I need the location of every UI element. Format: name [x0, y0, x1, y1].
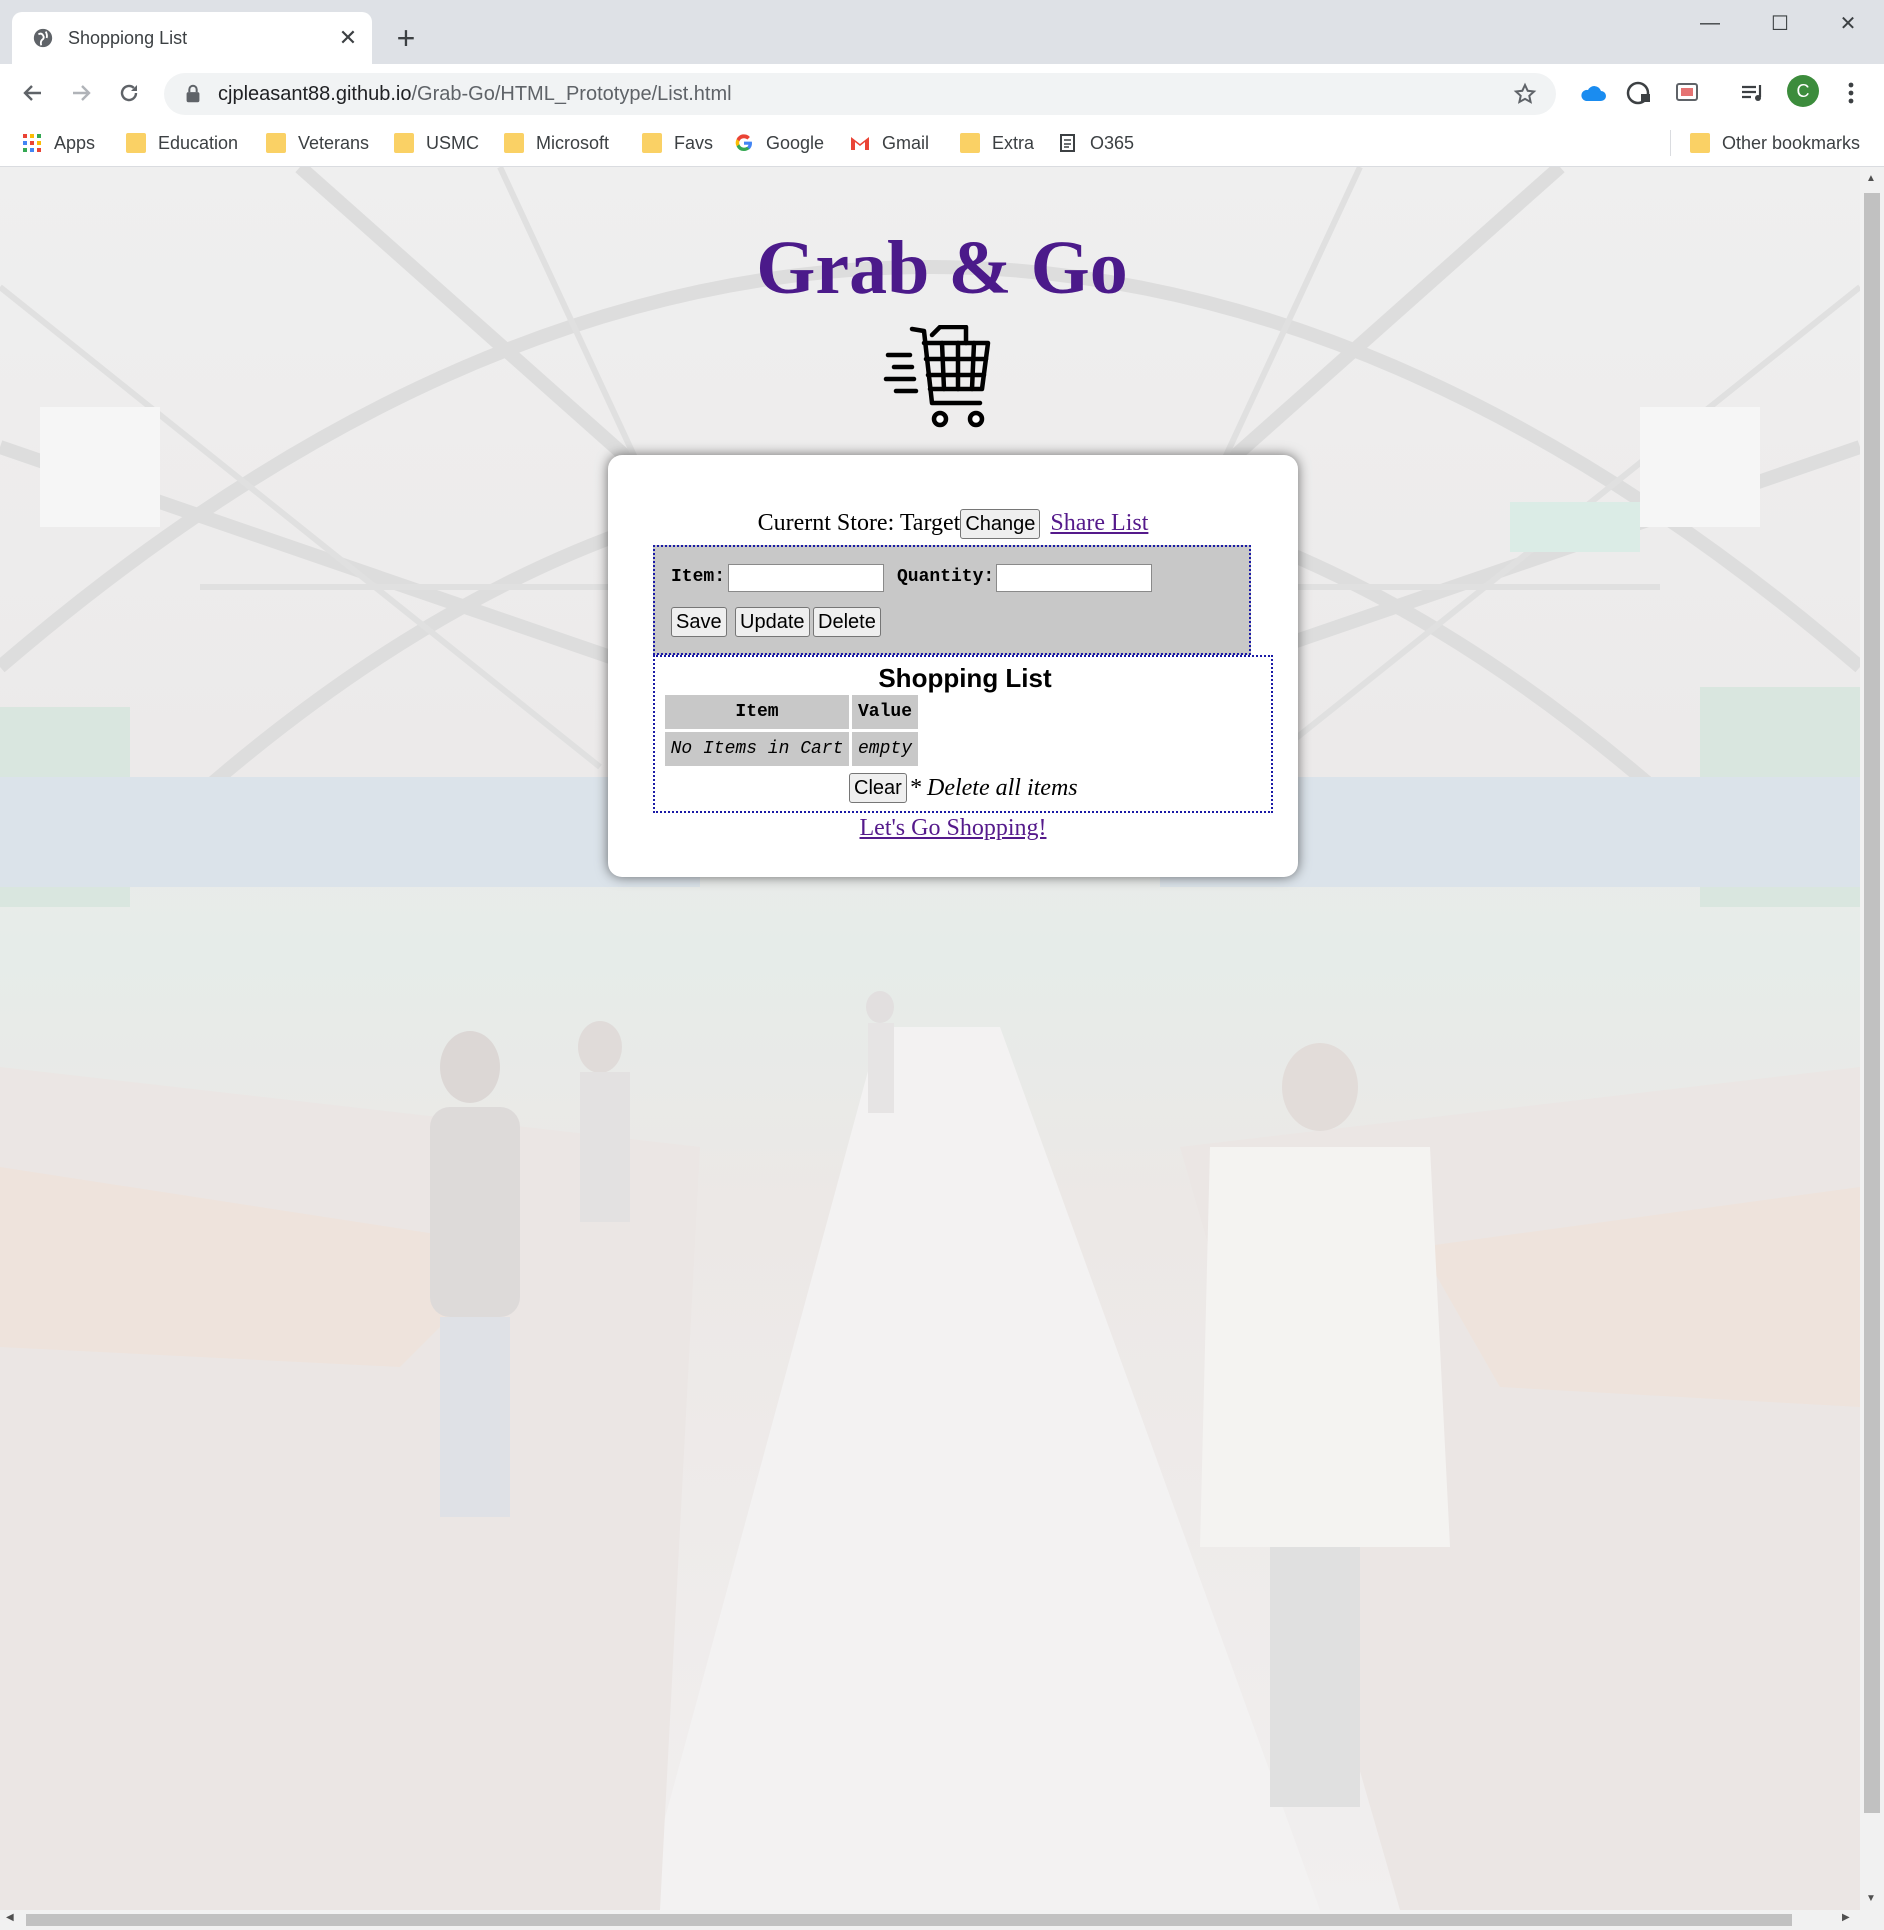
browser-tab[interactable]: Shoppiong List ✕: [12, 12, 372, 64]
store-line: Curernt Store: Target Change Share List: [608, 509, 1298, 539]
quantity-input[interactable]: [996, 564, 1152, 592]
bookmark-label: Extra: [992, 132, 1035, 153]
current-store-label: Curernt Store: Target: [757, 510, 961, 536]
more-menu-icon[interactable]: [1836, 78, 1866, 108]
maximize-icon[interactable]: ☐: [1746, 8, 1814, 38]
bookmarks-bar: Apps Education Veterans USMC Microsoft F…: [0, 120, 1884, 167]
reload-icon: [120, 84, 138, 102]
save-button[interactable]: Save: [671, 607, 727, 637]
delete-button[interactable]: Delete: [813, 607, 881, 637]
update-button[interactable]: Update: [735, 607, 810, 637]
clear-button[interactable]: Clear: [849, 773, 907, 803]
share-list-link[interactable]: Share List: [1050, 510, 1148, 536]
table-cell-value: empty: [852, 732, 918, 766]
bookmark-education[interactable]: Education: [126, 128, 238, 158]
item-form: Item: Quantity: Save Update Delete: [653, 545, 1251, 655]
bookmark-label: Apps: [54, 132, 96, 153]
globe-icon: [33, 28, 53, 48]
reload-button[interactable]: [112, 76, 146, 110]
bookmark-label: Gmail: [882, 132, 930, 153]
horizontal-scroll-thumb[interactable]: [26, 1914, 1792, 1926]
page-title: Grab & Go: [756, 226, 1128, 310]
close-window-icon[interactable]: ✕: [1814, 8, 1882, 38]
bookmark-other[interactable]: Other bookmarks: [1690, 128, 1860, 158]
tab-title: Shoppiong List: [68, 27, 188, 48]
bookmark-label: Favs: [674, 132, 714, 153]
quantity-label: Quantity:: [897, 567, 995, 587]
apps-grid-icon: [23, 134, 41, 152]
bookmark-veterans[interactable]: Veterans: [266, 128, 369, 158]
shopping-list-section: Shopping List Item Value No Items in Car…: [653, 655, 1273, 813]
lock-icon: [186, 84, 200, 103]
bookmark-label: Microsoft: [536, 132, 610, 153]
arrow-right-icon: [73, 85, 91, 101]
folder-icon: [504, 133, 524, 153]
close-tab-icon[interactable]: ✕: [334, 24, 362, 52]
new-tab-button[interactable]: +: [390, 20, 422, 56]
item-label: Item:: [671, 567, 726, 587]
url-text: cjpleasant88.github.io/Grab-Go/HTML_Prot…: [218, 82, 732, 105]
bookmark-google[interactable]: Google: [734, 128, 824, 158]
tab-strip: Shoppiong List ✕ + — ☐ ✕: [0, 0, 1884, 64]
shop-link-wrapper: Let's Go Shopping!: [608, 815, 1298, 842]
list-card: Curernt Store: Target Change Share List I…: [608, 455, 1298, 877]
bookmark-star-icon[interactable]: [1510, 79, 1540, 109]
bookmark-label: Google: [766, 132, 825, 153]
arrow-left-icon: [23, 85, 41, 101]
folder-icon: [126, 133, 146, 153]
google-icon: [735, 134, 752, 152]
media-control-icon[interactable]: [1738, 78, 1768, 108]
page-viewport: Grab & Go Curernt Store: Target Change Sh…: [0, 167, 1860, 1910]
bookmark-favs[interactable]: Favs: [642, 128, 713, 158]
back-button[interactable]: [16, 76, 50, 110]
shopping-cart-icon: [883, 325, 991, 428]
folder-icon: [266, 133, 286, 153]
browser-toolbar: cjpleasant88.github.io/Grab-Go/HTML_Prot…: [0, 64, 1884, 120]
profile-initial: C: [1787, 75, 1819, 107]
bookmarks-divider: [1670, 130, 1671, 156]
scroll-up-icon[interactable]: ▲: [1866, 173, 1876, 184]
column-header-item: Item: [665, 695, 849, 729]
folder-icon: [394, 133, 414, 153]
address-bar[interactable]: cjpleasant88.github.io/Grab-Go/HTML_Prot…: [164, 73, 1556, 115]
bookmark-label: Veterans: [298, 132, 370, 153]
folder-icon: [960, 133, 980, 153]
lets-go-shopping-link[interactable]: Let's Go Shopping!: [860, 815, 1047, 841]
cast-icon[interactable]: [1672, 78, 1702, 108]
forward-button[interactable]: [64, 76, 98, 110]
profile-avatar[interactable]: C: [1786, 74, 1820, 108]
folder-icon: [1690, 133, 1710, 153]
bookmark-usmc[interactable]: USMC: [394, 128, 479, 158]
item-input[interactable]: [728, 564, 884, 592]
cloud-icon[interactable]: [1578, 78, 1608, 108]
bookmark-microsoft[interactable]: Microsoft: [504, 128, 609, 158]
scroll-down-icon[interactable]: ▼: [1866, 1893, 1876, 1904]
minimize-icon[interactable]: —: [1676, 8, 1744, 38]
bookmark-apps[interactable]: Apps: [22, 128, 95, 158]
folder-icon: [642, 133, 662, 153]
column-header-value: Value: [852, 695, 918, 729]
change-store-button[interactable]: Change: [960, 509, 1041, 539]
password-manager-icon[interactable]: [1624, 78, 1654, 108]
vertical-scrollbar[interactable]: ▲ ▼: [1860, 167, 1884, 1910]
scroll-left-icon[interactable]: ◀: [6, 1912, 14, 1923]
document-icon: [1060, 134, 1075, 152]
vertical-scroll-thumb[interactable]: [1864, 193, 1880, 1813]
bookmark-label: Education: [158, 132, 239, 153]
horizontal-scrollbar[interactable]: ◀ ▶: [0, 1910, 1884, 1930]
gmail-icon: [851, 137, 869, 150]
bookmark-extra[interactable]: Extra: [960, 128, 1034, 158]
scroll-right-icon[interactable]: ▶: [1842, 1912, 1850, 1923]
clear-note: * Delete all items: [909, 775, 1078, 801]
shopping-list-title: Shopping List: [878, 663, 1052, 693]
bookmark-label: Other bookmarks: [1722, 132, 1861, 153]
bookmark-label: USMC: [426, 132, 479, 153]
bookmark-o365[interactable]: O365: [1058, 128, 1134, 158]
table-cell-item: No Items in Cart: [665, 732, 849, 766]
bookmark-gmail[interactable]: Gmail: [850, 128, 929, 158]
bookmark-label: O365: [1090, 132, 1135, 153]
